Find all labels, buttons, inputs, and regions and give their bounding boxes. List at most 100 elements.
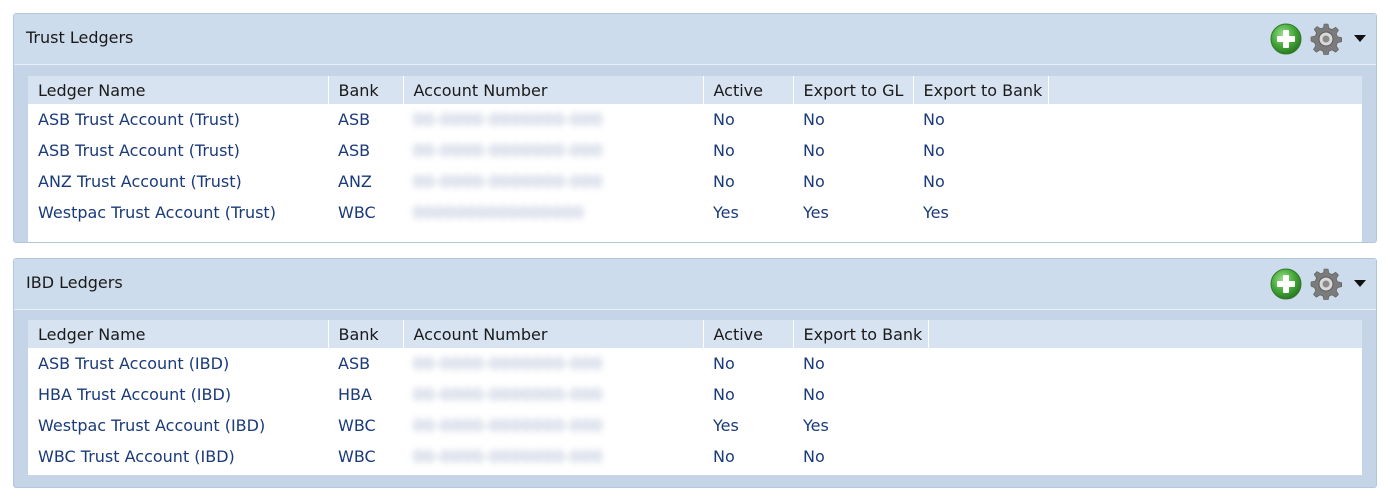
active-cell: No <box>713 172 735 191</box>
filler-cell <box>928 410 1362 441</box>
table-row[interactable]: Westpac Trust Account (IBD) WBC 00-0000-… <box>28 410 1362 441</box>
ibd-ledgers-table-container: Ledger Name Bank Account Number Active E… <box>28 320 1362 475</box>
ledger-name-cell[interactable]: HBA Trust Account (IBD) <box>28 379 328 410</box>
active-cell: No <box>713 354 735 373</box>
bank-cell: ANZ <box>338 172 372 191</box>
table-row[interactable]: HBA Trust Account (IBD) HBA 00-0000-0000… <box>28 379 1362 410</box>
ledger-name-cell[interactable]: ASB Trust Account (Trust) <box>28 135 328 166</box>
filler-cell <box>1048 104 1362 135</box>
export-gl-cell: No <box>803 110 825 129</box>
collapse-caret-icon[interactable] <box>1350 29 1370 49</box>
trust-ledgers-panel: Trust Ledgers Ledger Name Bank Account N… <box>13 13 1377 243</box>
filler-cell <box>1048 135 1362 166</box>
ibd-ledgers-table: Ledger Name Bank Account Number Active E… <box>28 320 1362 472</box>
account-number-value: 00-0000-0000000-000 <box>413 416 603 435</box>
export-bank-cell: Yes <box>923 203 949 222</box>
ledger-name-cell[interactable]: Westpac Trust Account (IBD) <box>28 410 328 441</box>
bank-cell: WBC <box>338 447 376 466</box>
trust-ledgers-header: Trust Ledgers <box>14 14 1376 65</box>
account-number-cell: 00-0000-0000000-000 <box>403 135 703 166</box>
export-bank-cell: No <box>803 447 825 466</box>
col-account-number[interactable]: Account Number <box>403 76 704 104</box>
ledger-name-cell[interactable]: ASB Trust Account (IBD) <box>28 348 328 379</box>
trust-ledgers-title: Trust Ledgers <box>26 28 134 47</box>
col-filler <box>1048 76 1362 104</box>
export-gl-cell: No <box>803 172 825 191</box>
active-cell: Yes <box>713 203 739 222</box>
filler-cell <box>928 441 1362 472</box>
col-ledger-name[interactable]: Ledger Name <box>28 76 329 104</box>
bank-cell: ASB <box>338 110 371 129</box>
gear-icon[interactable] <box>1310 268 1342 300</box>
table-row[interactable]: ANZ Trust Account (Trust) ANZ 00-0000-00… <box>28 166 1362 197</box>
col-export-gl[interactable]: Export to GL <box>793 76 914 104</box>
table-row[interactable]: ASB Trust Account (Trust) ASB 00-0000-00… <box>28 104 1362 135</box>
account-number-cell: 0000000000000000 <box>403 197 703 228</box>
col-export-bank[interactable]: Export to Bank <box>913 76 1049 104</box>
table-header-row: Ledger Name Bank Account Number Active E… <box>28 320 1362 348</box>
col-active[interactable]: Active <box>703 76 794 104</box>
active-cell: No <box>713 110 735 129</box>
account-number-cell: 00-0000-0000000-000 <box>403 348 703 379</box>
bank-cell: HBA <box>338 385 372 404</box>
trust-ledgers-table: Ledger Name Bank Account Number Active E… <box>28 76 1362 228</box>
export-bank-cell: Yes <box>803 416 829 435</box>
col-export-bank[interactable]: Export to Bank <box>793 320 929 348</box>
export-bank-cell: No <box>803 354 825 373</box>
table-row[interactable]: ASB Trust Account (Trust) ASB 00-0000-00… <box>28 135 1362 166</box>
filler-cell <box>1048 166 1362 197</box>
add-icon[interactable] <box>1270 268 1302 300</box>
account-number-cell: 00-0000-0000000-000 <box>403 379 703 410</box>
bank-cell: WBC <box>338 203 376 222</box>
account-number-value: 0000000000000000 <box>413 203 584 222</box>
active-cell: Yes <box>713 416 739 435</box>
filler-cell <box>1048 197 1362 228</box>
col-bank[interactable]: Bank <box>328 76 404 104</box>
bank-cell: ASB <box>338 354 371 373</box>
trust-ledgers-table-container: Ledger Name Bank Account Number Active E… <box>28 76 1362 242</box>
ibd-ledgers-panel: IBD Ledgers Ledger Name Bank Account Num… <box>13 258 1377 488</box>
account-number-cell: 00-0000-0000000-000 <box>403 104 703 135</box>
ledger-name-cell[interactable]: WBC Trust Account (IBD) <box>28 441 328 472</box>
trust-ledgers-toolbar <box>1270 23 1370 55</box>
ibd-ledgers-header: IBD Ledgers <box>14 259 1376 310</box>
col-account-number[interactable]: Account Number <box>403 320 704 348</box>
active-cell: No <box>713 141 735 160</box>
table-row[interactable]: Westpac Trust Account (Trust) WBC 000000… <box>28 197 1362 228</box>
account-number-cell: 00-0000-0000000-000 <box>403 441 703 472</box>
account-number-value: 00-0000-0000000-000 <box>413 172 603 191</box>
account-number-cell: 00-0000-0000000-000 <box>403 410 703 441</box>
export-gl-cell: Yes <box>803 203 829 222</box>
col-active[interactable]: Active <box>703 320 794 348</box>
ibd-ledgers-title: IBD Ledgers <box>26 273 123 292</box>
table-row[interactable]: WBC Trust Account (IBD) WBC 00-0000-0000… <box>28 441 1362 472</box>
active-cell: No <box>713 385 735 404</box>
collapse-caret-icon[interactable] <box>1350 274 1370 294</box>
export-gl-cell: No <box>803 141 825 160</box>
ledger-name-cell[interactable]: Westpac Trust Account (Trust) <box>28 197 328 228</box>
gear-icon[interactable] <box>1310 23 1342 55</box>
filler-cell <box>928 348 1362 379</box>
active-cell: No <box>713 447 735 466</box>
export-bank-cell: No <box>923 141 945 160</box>
export-bank-cell: No <box>923 110 945 129</box>
bank-cell: WBC <box>338 416 376 435</box>
bank-cell: ASB <box>338 141 371 160</box>
export-bank-cell: No <box>803 385 825 404</box>
table-row[interactable]: ASB Trust Account (IBD) ASB 00-0000-0000… <box>28 348 1362 379</box>
col-filler <box>928 320 1362 348</box>
account-number-value: 00-0000-0000000-000 <box>413 110 603 129</box>
col-bank[interactable]: Bank <box>328 320 404 348</box>
table-header-row: Ledger Name Bank Account Number Active E… <box>28 76 1362 104</box>
add-icon[interactable] <box>1270 23 1302 55</box>
col-ledger-name[interactable]: Ledger Name <box>28 320 329 348</box>
ledger-name-cell[interactable]: ASB Trust Account (Trust) <box>28 104 328 135</box>
account-number-cell: 00-0000-0000000-000 <box>403 166 703 197</box>
account-number-value: 00-0000-0000000-000 <box>413 141 603 160</box>
ibd-ledgers-toolbar <box>1270 268 1370 300</box>
account-number-value: 00-0000-0000000-000 <box>413 447 603 466</box>
account-number-value: 00-0000-0000000-000 <box>413 354 603 373</box>
account-number-value: 00-0000-0000000-000 <box>413 385 603 404</box>
ledger-name-cell[interactable]: ANZ Trust Account (Trust) <box>28 166 328 197</box>
export-bank-cell: No <box>923 172 945 191</box>
